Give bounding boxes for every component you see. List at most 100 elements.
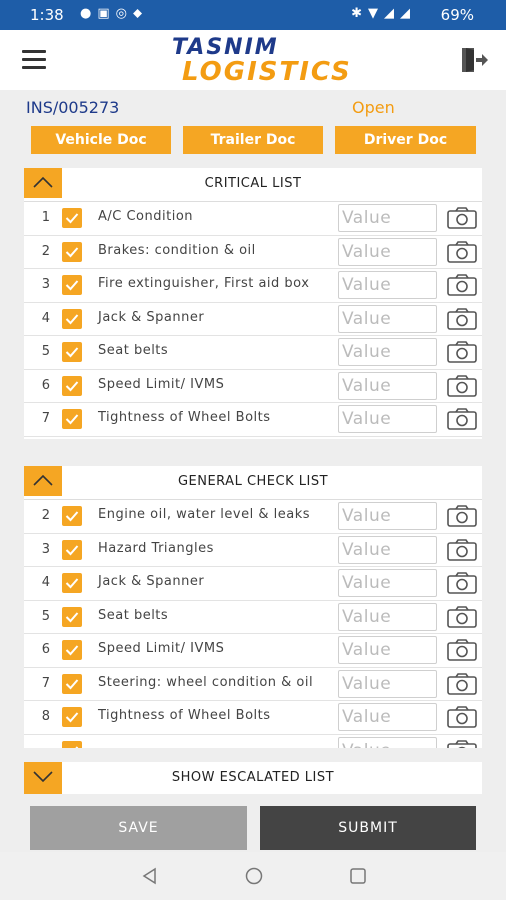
row-checkbox[interactable] — [62, 241, 82, 262]
location-icon: ⬥ — [132, 6, 149, 21]
wifi-icon: ▼ — [368, 6, 384, 21]
row-number: 1 — [41, 210, 50, 225]
signal-icon: ◢ — [400, 6, 416, 21]
row-checkbox[interactable] — [62, 606, 82, 627]
checklist-row: 8Value — [24, 437, 482, 439]
escalated-list-title[interactable]: SHOW ESCALATED LIST — [24, 770, 482, 785]
trailer-doc-button[interactable]: Trailer Doc — [183, 126, 323, 154]
row-checkbox[interactable] — [62, 573, 82, 593]
row-label: A/C Condition — [98, 209, 194, 224]
checklist-row: 4 Jack & Spanner Value — [24, 303, 482, 336]
row-number: 3 — [41, 277, 50, 292]
checklist-row: 7 Steering: wheel condition & oil Value — [24, 668, 482, 701]
row-label: Seat belts — [98, 607, 169, 623]
row-number: 6 — [41, 377, 50, 393]
camera-icon[interactable] — [446, 605, 478, 629]
general-list-header: GENERAL CHECK LIST — [24, 466, 482, 500]
vehicle-doc-button[interactable]: Vehicle Doc — [31, 126, 171, 154]
row-checkbox[interactable] — [62, 673, 82, 694]
recents-icon[interactable] — [348, 866, 368, 890]
row-checkbox[interactable] — [62, 208, 82, 228]
logout-icon[interactable] — [460, 46, 490, 74]
app-screen: 1:38 ●▣◎⬥ ✱▼◢◢ 69% TASNIM LOGISTICS INS/… — [0, 0, 506, 900]
checklist-row: 1 A/C Condition Value — [24, 202, 482, 236]
row-checkbox[interactable] — [62, 342, 82, 362]
value-input[interactable]: Value — [338, 602, 437, 631]
value-input[interactable]: Value — [338, 304, 437, 333]
row-checkbox[interactable] — [62, 375, 82, 396]
camera-icon[interactable] — [446, 374, 478, 398]
row-number: 7 — [41, 411, 50, 426]
camera-icon[interactable] — [446, 504, 478, 528]
battery-level: 69% — [440, 6, 474, 24]
row-checkbox[interactable] — [62, 275, 82, 295]
critical-list-rows: 1 A/C Condition Value 2 Brakes: condition & … — [24, 202, 482, 439]
value-input[interactable]: Value — [338, 271, 437, 299]
row-checkbox[interactable] — [62, 409, 82, 429]
critical-list-title: CRITICAL LIST — [204, 176, 302, 191]
status-bar: 1:38 ●▣◎⬥ ✱▼◢◢ 69% — [0, 0, 506, 30]
row-label: Brakes: condition & oil — [98, 242, 256, 258]
row-checkbox[interactable] — [62, 539, 82, 560]
camera-icon[interactable] — [446, 538, 478, 562]
checklist-row: 6 Speed Limit/ IVMS Value — [24, 634, 482, 668]
camera-icon[interactable] — [446, 340, 478, 364]
value-input[interactable]: Value — [338, 405, 437, 433]
submit-button[interactable]: SUBMIT — [260, 806, 476, 850]
camera-icon[interactable] — [446, 206, 478, 230]
company-logo: TASNIM LOGISTICS — [172, 35, 372, 87]
row-number: 8 — [41, 709, 50, 724]
value-input[interactable]: Value — [338, 204, 437, 232]
value-input[interactable]: Value — [338, 669, 437, 698]
p-icon: ▣ — [97, 6, 116, 21]
camera-icon[interactable] — [446, 705, 478, 729]
value-input[interactable]: Value — [338, 338, 437, 366]
value-input[interactable]: Value — [338, 535, 437, 564]
inspection-status: Open — [352, 98, 395, 117]
signal-icon: ◢ — [384, 6, 400, 21]
value-input[interactable]: Value — [338, 703, 437, 731]
checklist-row: 2 Engine oil, water level & leaks Value — [24, 500, 482, 534]
row-number: 7 — [41, 675, 50, 691]
row-number: 2 — [41, 243, 50, 259]
system-nav-bar — [0, 852, 506, 900]
value-input[interactable]: Value — [338, 237, 437, 266]
checklist-row: 2 Brakes: condition & oil Value — [24, 236, 482, 269]
row-checkbox[interactable] — [62, 308, 82, 329]
value-input[interactable]: Value — [338, 371, 437, 400]
checklist-row: 5 Seat belts Value — [24, 336, 482, 370]
value-input[interactable]: Value — [338, 569, 437, 597]
row-checkbox[interactable] — [62, 707, 82, 727]
camera-icon[interactable] — [446, 672, 478, 696]
row-checkbox[interactable] — [62, 506, 82, 526]
critical-list-panel: CRITICAL LIST 1 A/C Condition Value 2 Brakes… — [24, 168, 482, 439]
value-input[interactable]: Value — [338, 636, 437, 664]
row-label: Jack & Spanner — [98, 574, 205, 589]
row-checkbox[interactable] — [62, 740, 82, 748]
save-button[interactable]: SAVE — [30, 806, 247, 850]
camera-icon[interactable] — [446, 240, 478, 264]
value-input[interactable]: Value — [338, 438, 437, 439]
camera-icon[interactable] — [446, 273, 478, 297]
row-label: Hazard Triangles — [98, 540, 214, 556]
camera-icon[interactable] — [446, 739, 478, 748]
row-number: 3 — [41, 541, 50, 557]
home-icon[interactable] — [244, 866, 264, 890]
menu-icon[interactable] — [22, 50, 46, 70]
row-number: 4 — [41, 310, 50, 326]
driver-doc-button[interactable]: Driver Doc — [335, 126, 476, 154]
checklist-row: 3 Fire extinguisher, First aid box Value — [24, 269, 482, 303]
value-input[interactable]: Value — [338, 502, 437, 530]
checklist-row: 3 Hazard Triangles Value — [24, 534, 482, 567]
checklist-row: 4 Jack & Spanner Value — [24, 567, 482, 601]
row-label: Seat belts — [98, 343, 169, 358]
camera-icon[interactable] — [446, 307, 478, 331]
camera-icon[interactable] — [446, 407, 478, 431]
value-input[interactable]: Value — [338, 736, 437, 748]
row-checkbox[interactable] — [62, 640, 82, 660]
back-icon[interactable] — [140, 866, 160, 890]
camera-icon[interactable] — [446, 638, 478, 662]
row-label: Fire extinguisher, First aid box — [98, 276, 310, 291]
checklist-row: 7 Tightness of Wheel Bolts Value — [24, 403, 482, 437]
camera-icon[interactable] — [446, 571, 478, 595]
